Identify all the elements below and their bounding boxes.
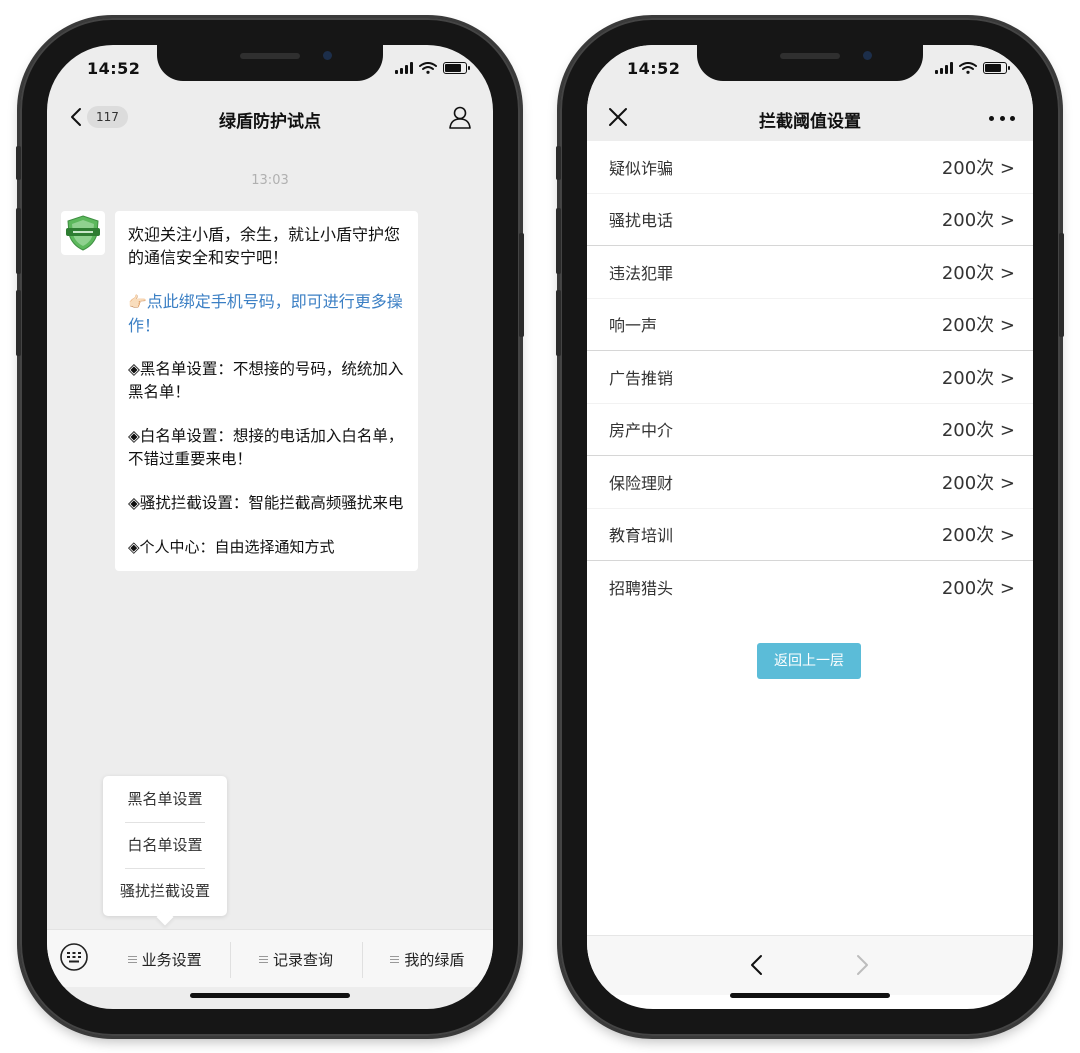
threshold-value: 200次 > — [941, 210, 1015, 232]
wifi-icon — [959, 62, 977, 74]
user-profile-icon[interactable] — [447, 104, 473, 130]
service-menu-bar: 业务设置 记录查询 我的绿盾 — [47, 929, 493, 987]
menu-record-query[interactable]: 记录查询 — [230, 930, 361, 988]
business-settings-popup: 黑名单设置 白名单设置 骚扰拦截设置 — [103, 776, 227, 916]
threshold-row[interactable]: 骚扰电话 200次 > — [587, 194, 1033, 246]
threshold-label: 教育培训 — [609, 526, 674, 546]
threshold-value: 200次 > — [941, 315, 1015, 337]
status-icons — [935, 62, 1010, 74]
menu-lines-icon — [127, 955, 137, 963]
threshold-list: 疑似诈骗 200次 > 骚扰电话 200次 > 违法犯罪 200次 > 响一声 … — [587, 141, 1033, 614]
personal-center-desc: ◈个人中心：自由选择通知方式 — [128, 538, 335, 556]
menu-lines-icon — [258, 955, 268, 963]
menu-my-green-shield-label: 我的绿盾 — [404, 950, 465, 969]
browser-toolbar — [587, 935, 1033, 995]
threshold-label: 骚扰电话 — [609, 211, 674, 231]
page-nav-bar: 拦截阈值设置 — [587, 95, 1033, 141]
right-phone-frame: 14:52 拦截阈值设置 疑似诈骗 200次 > 骚扰电话 200次 > 违法犯… — [556, 18, 1064, 1036]
notch — [157, 45, 383, 81]
volume-up-button — [16, 208, 21, 274]
threshold-label: 招聘猎头 — [609, 579, 674, 599]
threshold-row[interactable]: 教育培训 200次 > — [587, 509, 1033, 561]
threshold-row[interactable]: 违法犯罪 200次 > — [587, 246, 1033, 299]
welcome-intro: 欢迎关注小盾，余生，就让小盾守护您的通信安全和安宁吧！ — [128, 225, 401, 267]
more-options-icon[interactable] — [989, 107, 1015, 129]
home-indicator[interactable] — [190, 993, 350, 998]
right-screen: 14:52 拦截阈值设置 疑似诈骗 200次 > 骚扰电话 200次 > 违法犯… — [587, 45, 1033, 1009]
popup-item-blacklist[interactable]: 黑名单设置 — [103, 776, 227, 822]
threshold-row[interactable]: 广告推销 200次 > — [587, 351, 1033, 404]
battery-icon — [983, 62, 1010, 74]
page-title: 拦截阈值设置 — [759, 112, 861, 132]
threshold-row[interactable]: 房产中介 200次 > — [587, 404, 1033, 456]
menu-business-settings-label: 业务设置 — [141, 950, 202, 969]
power-button — [519, 233, 524, 337]
volume-down-button — [16, 290, 21, 356]
back-to-previous-button[interactable]: 返回上一层 — [757, 643, 861, 679]
pointing-hand-icon: 👉🏻 — [128, 293, 147, 311]
volume-down-button — [556, 290, 561, 356]
threshold-value: 200次 > — [941, 525, 1015, 547]
threshold-row[interactable]: 疑似诈骗 200次 > — [587, 141, 1033, 194]
bind-phone-link[interactable]: 👉🏻点此绑定手机号码，即可进行更多操作！ — [128, 290, 406, 337]
chat-nav-bar: 117 绿盾防护试点 — [47, 95, 493, 141]
wifi-icon — [419, 62, 437, 74]
threshold-label: 疑似诈骗 — [609, 158, 674, 178]
threshold-label: 广告推销 — [609, 368, 674, 388]
chat-timestamp: 13:03 — [251, 173, 289, 188]
threshold-label: 违法犯罪 — [609, 263, 674, 283]
browser-back-icon[interactable] — [747, 952, 767, 978]
volume-up-button — [556, 208, 561, 274]
status-time: 14:52 — [87, 59, 141, 78]
threshold-row[interactable]: 招聘猎头 200次 > — [587, 561, 1033, 614]
threshold-row[interactable]: 响一声 200次 > — [587, 299, 1033, 351]
left-phone-frame: 14:52 117 绿盾防护试点 13:03 欢迎关注小盾，余生，就让小盾守护您… — [16, 18, 524, 1036]
blacklist-desc: ◈黑名单设置：不想接的号码，统统加入黑名单！ — [128, 360, 404, 401]
menu-record-query-label: 记录查询 — [272, 950, 333, 969]
threshold-label: 响一声 — [609, 316, 658, 336]
popup-item-whitelist[interactable]: 白名单设置 — [103, 822, 227, 868]
keyboard-toggle-icon[interactable] — [59, 942, 89, 972]
harass-desc: ◈骚扰拦截设置：智能拦截高频骚扰来电 — [128, 494, 404, 512]
threshold-value: 200次 > — [941, 367, 1015, 389]
menu-business-settings[interactable]: 业务设置 — [99, 930, 230, 988]
welcome-message-bubble: 欢迎关注小盾，余生，就让小盾守护您的通信安全和安宁吧！ 👉🏻点此绑定手机号码，即… — [115, 211, 418, 571]
battery-icon — [443, 62, 470, 74]
power-button — [1059, 233, 1064, 337]
threshold-label: 保险理财 — [609, 473, 674, 493]
notch — [697, 45, 923, 81]
mute-switch — [16, 146, 21, 180]
threshold-value: 200次 > — [941, 472, 1015, 494]
signal-icon — [395, 62, 413, 74]
mute-switch — [556, 146, 561, 180]
menu-lines-icon — [390, 955, 400, 963]
threshold-row[interactable]: 保险理财 200次 > — [587, 456, 1033, 509]
threshold-value: 200次 > — [941, 420, 1015, 442]
left-screen: 14:52 117 绿盾防护试点 13:03 欢迎关注小盾，余生，就让小盾守护您… — [47, 45, 493, 1009]
menu-my-green-shield[interactable]: 我的绿盾 — [361, 930, 493, 988]
signal-icon — [935, 62, 953, 74]
whitelist-desc: ◈白名单设置：想接的电话加入白名单，不错过重要来电！ — [128, 427, 404, 468]
popup-item-harass-settings[interactable]: 骚扰拦截设置 — [103, 868, 227, 914]
browser-forward-icon[interactable] — [852, 952, 872, 978]
status-icons — [395, 62, 470, 74]
green-shield-avatar-icon[interactable] — [61, 211, 105, 255]
bind-phone-link-text[interactable]: 点此绑定手机号码，即可进行更多操作！ — [128, 292, 403, 335]
threshold-value: 200次 > — [941, 157, 1015, 179]
threshold-label: 房产中介 — [609, 421, 674, 441]
chat-title: 绿盾防护试点 — [219, 112, 321, 132]
threshold-value: 200次 > — [941, 578, 1015, 600]
home-indicator[interactable] — [730, 993, 890, 998]
status-time: 14:52 — [627, 59, 681, 78]
threshold-value: 200次 > — [941, 262, 1015, 284]
